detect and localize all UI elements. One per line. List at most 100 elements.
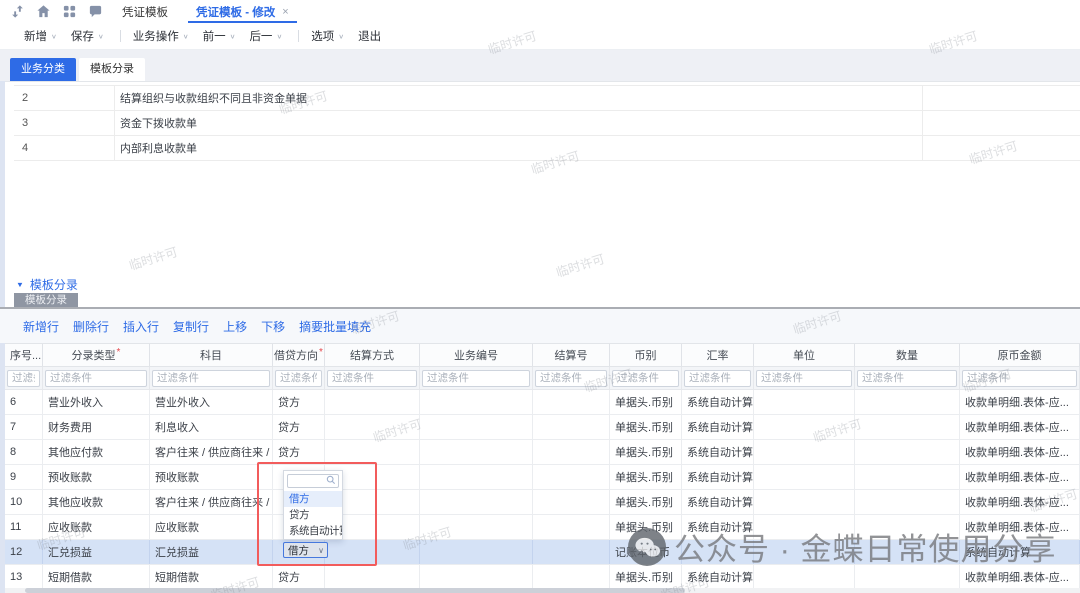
cell-business-no[interactable]	[420, 465, 533, 489]
cell-dc-direction[interactable]: 贷方	[273, 565, 325, 589]
cell-original-amount[interactable]: 收款单明细.表体-应...	[960, 415, 1080, 439]
filter-input-account[interactable]	[152, 370, 270, 387]
cell-quantity[interactable]	[855, 465, 960, 489]
business-category-row[interactable]: 2结算组织与收款组织不同且非资金单据	[14, 86, 1080, 111]
cell-exchange-rate[interactable]: 系统自动计算	[682, 440, 754, 464]
cell-seq[interactable]: 12	[5, 540, 43, 564]
cell-dc-direction[interactable]: 贷方	[273, 440, 325, 464]
action-add-row[interactable]: 新增行	[23, 318, 59, 335]
column-header-settle-no[interactable]: 结算号	[533, 344, 610, 366]
toolbar-button-next[interactable]: 后一∨	[249, 28, 282, 44]
switch-icon[interactable]	[10, 4, 25, 19]
cell-entry-type[interactable]: 财务费用	[43, 415, 150, 439]
action-copy-row[interactable]: 复制行	[173, 318, 209, 335]
filter-input-business-no[interactable]	[422, 370, 530, 387]
cell-original-amount[interactable]: 收款单明细.表体-应...	[960, 390, 1080, 414]
dropdown-option-debit[interactable]: 借方	[284, 491, 342, 507]
toolbar-button-previous[interactable]: 前一∨	[203, 28, 236, 44]
cell-currency[interactable]: 单据头.币别	[610, 440, 682, 464]
cell-settle-method[interactable]	[325, 540, 420, 564]
cell-settle-no[interactable]	[533, 490, 610, 514]
column-header-seq[interactable]: 序号...	[5, 344, 43, 366]
cell-business-no[interactable]	[420, 415, 533, 439]
cell-entry-type[interactable]: 汇兑损益	[43, 540, 150, 564]
cell-unit[interactable]	[754, 415, 855, 439]
action-delete-row[interactable]: 删除行	[73, 318, 109, 335]
subtab-template-entries[interactable]: 模板分录	[14, 293, 78, 308]
close-icon[interactable]: ×	[282, 6, 288, 18]
column-header-settle-method[interactable]: 结算方式	[325, 344, 420, 366]
cell-currency[interactable]: 记账本位币	[610, 540, 682, 564]
action-move-down[interactable]: 下移	[261, 318, 285, 335]
cell-currency[interactable]: 单据头.币别	[610, 515, 682, 539]
cell-settle-method[interactable]	[325, 390, 420, 414]
cell-quantity[interactable]	[855, 415, 960, 439]
cell-business-no[interactable]	[420, 540, 533, 564]
action-insert-row[interactable]: 插入行	[123, 318, 159, 335]
cell-account[interactable]: 短期借款	[150, 565, 273, 589]
column-header-original-amount[interactable]: 原币金额	[960, 344, 1080, 366]
cell-account[interactable]: 客户往来 / 供应商往来 / 员...	[150, 490, 273, 514]
cell-exchange-rate[interactable]: 系统自动计算	[682, 390, 754, 414]
cell-exchange-rate[interactable]: 系统自动计算	[682, 490, 754, 514]
filter-input-entry-type[interactable]	[45, 370, 147, 387]
cell-original-amount[interactable]: 收款单明细.表体-应...	[960, 465, 1080, 489]
cell-exchange-rate[interactable]: 系统自动计算	[682, 515, 754, 539]
filter-input-currency[interactable]	[612, 370, 679, 387]
cell-exchange-rate[interactable]: 系统自动计算	[682, 565, 754, 589]
home-icon[interactable]	[36, 4, 51, 19]
cell-quantity[interactable]	[855, 540, 960, 564]
column-header-entry-type[interactable]: 分录类型*	[43, 344, 150, 366]
dropdown-option-credit[interactable]: 贷方	[284, 507, 342, 523]
toolbar-button-exit[interactable]: 退出	[358, 28, 381, 44]
cell-settle-no[interactable]	[533, 540, 610, 564]
cell-settle-no[interactable]	[533, 565, 610, 589]
business-category-row[interactable]: 3资金下拨收款单	[14, 111, 1080, 136]
cell-entry-type[interactable]: 其他应付款	[43, 440, 150, 464]
tab-business-category[interactable]: 业务分类	[10, 58, 76, 81]
nav-tab-voucher-template-edit[interactable]: 凭证模板 - 修改×	[182, 0, 303, 23]
cell-unit[interactable]	[754, 465, 855, 489]
column-header-dc-direction[interactable]: 借贷方向*	[273, 344, 325, 366]
cell-seq[interactable]: 6	[5, 390, 43, 414]
toolbar-button-new[interactable]: 新增∨	[24, 28, 57, 44]
filter-input-original-amount[interactable]	[962, 370, 1077, 387]
column-header-account[interactable]: 科目	[150, 344, 273, 366]
cell-seq[interactable]: 11	[5, 515, 43, 539]
cell-account[interactable]: 利息收入	[150, 415, 273, 439]
toolbar-button-save[interactable]: 保存∨	[71, 28, 104, 44]
business-category-row[interactable]: 4内部利息收款单	[14, 136, 1080, 161]
cell-quantity[interactable]	[855, 565, 960, 589]
cell-exchange-rate[interactable]: 系统自动计算	[682, 465, 754, 489]
cell-unit[interactable]	[754, 440, 855, 464]
cell-original-amount[interactable]: 收款单明细.表体-应...	[960, 490, 1080, 514]
dc-direction-combobox[interactable]: 借方 ∨	[283, 542, 328, 558]
cell-settle-method[interactable]	[325, 440, 420, 464]
cell-business-no[interactable]	[420, 565, 533, 589]
cell-quantity[interactable]	[855, 440, 960, 464]
cell-business-no[interactable]	[420, 490, 533, 514]
nav-tab-voucher-template[interactable]: 凭证模板	[108, 0, 182, 23]
filter-input-settle-no[interactable]	[535, 370, 607, 387]
cell-original-amount[interactable]: 收款单明细.表体-应...	[960, 440, 1080, 464]
cell-seq[interactable]: 7	[5, 415, 43, 439]
cell-unit[interactable]	[754, 540, 855, 564]
filter-input-dc-direction[interactable]	[275, 370, 322, 387]
toolbar-button-options[interactable]: 选项∨	[311, 28, 344, 44]
cell-exchange-rate[interactable]: 系统自动计算	[682, 415, 754, 439]
cell-unit[interactable]	[754, 390, 855, 414]
cell-business-no[interactable]	[420, 515, 533, 539]
filter-input-quantity[interactable]	[857, 370, 957, 387]
cell-seq[interactable]: 8	[5, 440, 43, 464]
cell-settle-no[interactable]	[533, 515, 610, 539]
cell-settle-method[interactable]	[325, 415, 420, 439]
cell-entry-type[interactable]: 短期借款	[43, 565, 150, 589]
cell-dc-direction[interactable]: 贷方	[273, 390, 325, 414]
column-header-currency[interactable]: 币别	[610, 344, 682, 366]
tab-template-entries[interactable]: 模板分录	[79, 58, 145, 81]
column-header-unit[interactable]: 单位	[754, 344, 855, 366]
horizontal-scrollbar-thumb[interactable]	[25, 588, 685, 593]
cell-exchange-rate[interactable]	[682, 540, 754, 564]
cell-dc-direction[interactable]: 贷方	[273, 415, 325, 439]
cell-unit[interactable]	[754, 515, 855, 539]
